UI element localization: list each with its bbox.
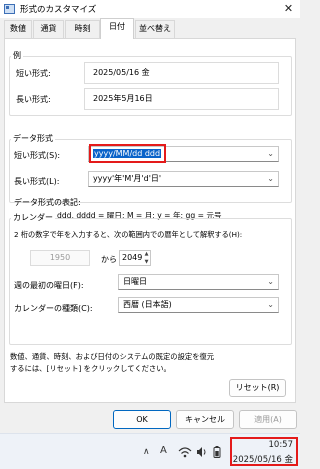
tab-date[interactable]: 日付	[100, 18, 134, 39]
first-day-label: 週の最初の曜日(F):	[14, 281, 84, 290]
close-button[interactable]: ✕	[281, 2, 296, 16]
clock-date[interactable]: 2025/05/16 金	[232, 453, 296, 465]
year-from-field: 1950	[30, 250, 90, 266]
chevron-down-icon[interactable]: ⌄	[267, 298, 274, 312]
year-from-label: から	[101, 255, 117, 264]
first-day-combo[interactable]: 日曜日 ⌄	[118, 274, 279, 290]
two-digit-year-desc: 2 桁の数字で年を入力すると、次の範囲内での暦年として解釈する(H):	[14, 230, 243, 239]
speaker-icon[interactable]	[196, 446, 208, 458]
cancel-button[interactable]: キャンセル	[176, 410, 234, 429]
tab-sort[interactable]: 並べ替え	[135, 20, 175, 38]
tab-time[interactable]: 時刻	[65, 20, 100, 38]
window-title: 形式のカスタマイズ	[20, 5, 97, 15]
tab-numbers[interactable]: 数値	[4, 20, 32, 38]
example-long-value: 2025年5月16日	[84, 88, 279, 110]
chevron-down-icon[interactable]: ⌄	[267, 147, 274, 161]
tray-chevron-icon[interactable]: ∧	[143, 447, 150, 457]
wifi-icon[interactable]	[178, 445, 192, 459]
example-legend: 例	[11, 50, 23, 61]
calendar-type-label: カレンダーの種類(C):	[14, 304, 93, 313]
calendar-legend: カレンダー	[11, 212, 55, 223]
long-format-combo[interactable]: yyyy'年'M'月'd'日' ⌄	[88, 171, 279, 187]
example-short-label: 短い形式:	[16, 69, 51, 78]
reset-desc-line2: するには、[リセット] をクリックしてください。	[10, 364, 171, 373]
highlight-box	[89, 144, 166, 163]
calendar-type-combo[interactable]: 西暦 (日本語) ⌄	[118, 297, 279, 313]
ok-button[interactable]: OK	[113, 410, 171, 429]
example-long-label: 長い形式:	[16, 95, 51, 104]
reset-button[interactable]: リセット(R)	[229, 379, 286, 397]
chevron-down-icon[interactable]: ⌄	[267, 172, 274, 186]
reset-desc-line1: 数値、通貨、時刻、および日付のシステムの既定の設定を復元	[10, 352, 215, 361]
ime-icon[interactable]: A	[160, 445, 167, 456]
example-short-value: 2025/05/16 金	[84, 62, 279, 84]
tab-currency[interactable]: 通貨	[33, 20, 64, 38]
long-format-value[interactable]: yyyy'年'M'月'd'日'	[93, 174, 161, 183]
first-day-value[interactable]: 日曜日	[123, 277, 147, 286]
apply-button: 適用(A)	[239, 410, 297, 429]
clock-time[interactable]: 10:57	[232, 440, 296, 450]
app-icon	[4, 4, 15, 14]
spin-up-icon[interactable]: ▲	[142, 250, 151, 258]
long-format-label: 長い形式(L):	[14, 177, 60, 186]
date-format-legend: データ形式	[11, 133, 55, 144]
battery-icon[interactable]	[212, 446, 222, 458]
chevron-down-icon[interactable]: ⌄	[267, 275, 274, 289]
short-format-label: 短い形式(S):	[14, 151, 61, 160]
spin-down-icon[interactable]: ▼	[142, 258, 151, 266]
notation-title: データ形式の表記:	[14, 198, 81, 207]
calendar-type-value[interactable]: 西暦 (日本語)	[123, 300, 172, 309]
